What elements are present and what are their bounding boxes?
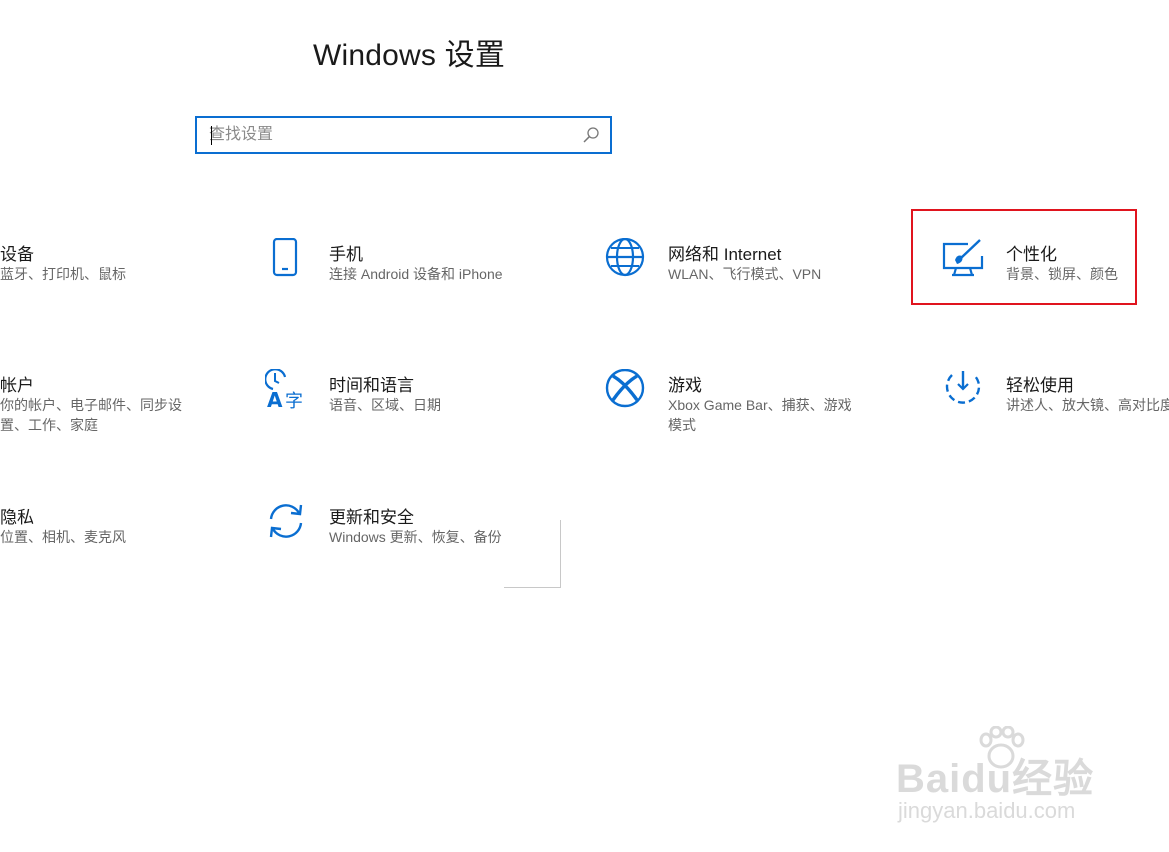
tile-desc: Windows 更新、恢复、备份	[329, 529, 502, 545]
tile-desc-line2: 置、工作、家庭	[0, 417, 98, 433]
paw-icon	[979, 726, 1025, 769]
tile-privacy[interactable]: 隐私 位置、相机、麦克风	[0, 503, 180, 553]
phone-icon	[272, 238, 298, 277]
search-icon[interactable]	[582, 126, 600, 144]
tile-label: 轻松使用	[1006, 376, 1074, 395]
tile-desc: 讲述人、放大镜、高对比度	[1006, 397, 1169, 413]
tile-time-language[interactable]: A 字 时间和语言 语音、区域、日期	[265, 369, 545, 429]
svg-text:字: 字	[285, 391, 303, 411]
tile-desc: 背景、锁屏、颜色	[1006, 266, 1118, 282]
tile-label: 隐私	[0, 508, 34, 527]
tile-label: 设备	[0, 245, 34, 264]
tile-desc: 语音、区域、日期	[329, 397, 441, 413]
tile-update-security[interactable]: 更新和安全 Windows 更新、恢复、备份	[265, 501, 545, 561]
tile-label: 手机	[329, 245, 363, 264]
watermark-url: jingyan.baidu.com	[898, 798, 1076, 823]
text-caret	[211, 126, 212, 145]
tile-label: 帐户	[0, 376, 34, 395]
search-box[interactable]	[195, 116, 612, 154]
tile-gaming[interactable]: 游戏 Xbox Game Bar、捕获、游戏 模式	[604, 369, 884, 439]
ease-of-access-icon	[945, 371, 981, 404]
tile-accounts[interactable]: 帐户 你的帐户、电子邮件、同步设 置、工作、家庭	[0, 371, 200, 441]
time-language-icon: A 字	[265, 369, 303, 411]
tile-desc-line2: 模式	[668, 417, 696, 433]
tile-label: 网络和 Internet	[668, 245, 782, 264]
personalization-icon	[942, 239, 984, 277]
tile-network[interactable]: 网络和 Internet WLAN、飞行模式、VPN	[604, 238, 884, 298]
search-input[interactable]	[209, 118, 569, 152]
tile-desc: 连接 Android 设备和 iPhone	[329, 266, 503, 282]
update-icon	[269, 504, 303, 538]
tile-desc: Xbox Game Bar、捕获、游戏	[668, 397, 852, 413]
svg-text:A: A	[267, 388, 283, 411]
tile-focus-border	[504, 520, 561, 588]
tile-ease-of-access[interactable]: 轻松使用 讲述人、放大镜、高对比度	[942, 369, 1169, 429]
tile-desc: 蓝牙、打印机、鼠标	[0, 266, 126, 282]
tile-label: 个性化	[1006, 245, 1057, 264]
tile-desc: 你的帐户、电子邮件、同步设	[0, 397, 182, 413]
tile-label: 时间和语言	[329, 376, 414, 395]
tile-desc: 位置、相机、麦克风	[0, 529, 126, 545]
watermark-brand: Baidu经验	[896, 757, 1095, 801]
tile-desc: WLAN、飞行模式、VPN	[668, 266, 822, 282]
tile-devices[interactable]: 设备 蓝牙、打印机、鼠标	[0, 240, 180, 290]
tile-label: 更新和安全	[329, 508, 414, 527]
globe-icon	[605, 238, 645, 277]
tile-phone[interactable]: 手机 连接 Android 设备和 iPhone	[265, 238, 545, 298]
watermark: Baidu经验 jingyan.baidu.com	[896, 726, 1126, 836]
page-title: Windows 设置	[313, 39, 506, 72]
xbox-icon	[605, 369, 645, 408]
tile-label: 游戏	[668, 376, 702, 395]
tile-personalization[interactable]: 个性化 背景、锁屏、颜色	[942, 238, 1132, 298]
